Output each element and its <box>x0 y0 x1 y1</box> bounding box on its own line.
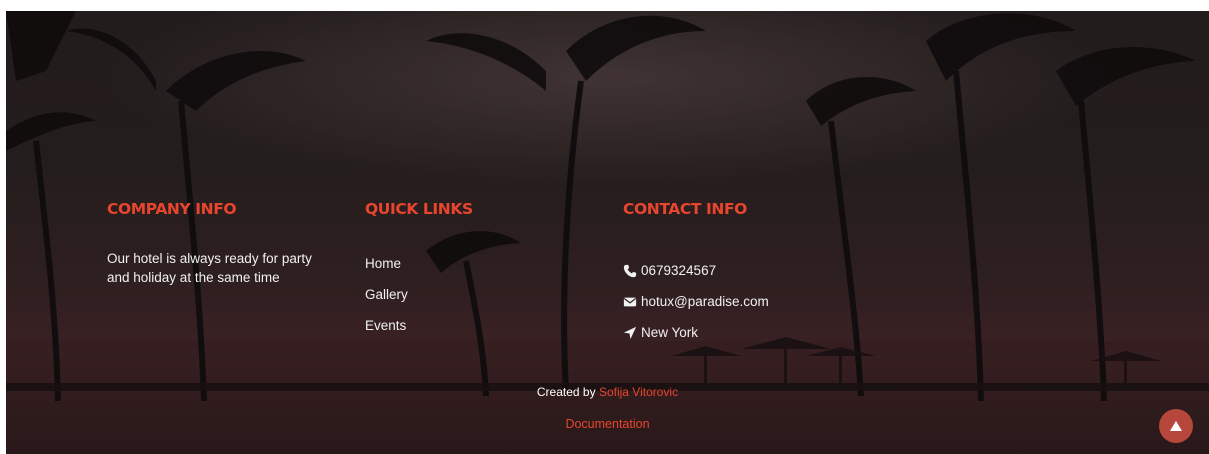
credit-prefix: Created by <box>536 385 596 399</box>
envelope-icon <box>623 297 637 306</box>
company-info-heading: COMPANY INFO <box>107 200 237 218</box>
contact-info-heading: CONTACT INFO <box>623 200 747 218</box>
contact-phone-item: 0679324567 <box>623 255 769 286</box>
company-info-text: Our hotel is always ready for party and … <box>107 251 312 285</box>
list-item: Events <box>365 317 408 348</box>
contact-location: New York <box>641 324 699 340</box>
contact-email: hotux@paradise.com <box>641 293 769 309</box>
credit-line: Created by Sofija Vitorovic <box>6 385 1209 399</box>
phone-icon <box>623 264 637 277</box>
contact-list: 0679324567 hotux@paradise.com New York <box>623 255 769 348</box>
back-to-top-button[interactable] <box>1159 409 1193 443</box>
site-footer: COMPANY INFO Our hotel is always ready f… <box>6 11 1209 454</box>
list-item: Gallery <box>365 286 408 317</box>
documentation-link[interactable]: Documentation <box>565 417 649 431</box>
gallery-link[interactable]: Gallery <box>365 287 408 302</box>
contact-phone: 0679324567 <box>641 262 717 278</box>
author-link[interactable]: Sofija Vitorovic <box>599 385 678 399</box>
location-arrow-icon <box>623 326 637 339</box>
triangle-up-icon <box>1170 421 1182 431</box>
quick-links-list: Home Gallery Events <box>365 255 408 348</box>
home-link[interactable]: Home <box>365 256 401 271</box>
quick-links-heading: QUICK LINKS <box>365 200 473 218</box>
list-item: Home <box>365 255 408 286</box>
contact-location-item: New York <box>623 317 769 348</box>
contact-email-item: hotux@paradise.com <box>623 286 769 317</box>
documentation-row: Documentation <box>6 417 1209 431</box>
events-link[interactable]: Events <box>365 318 406 333</box>
